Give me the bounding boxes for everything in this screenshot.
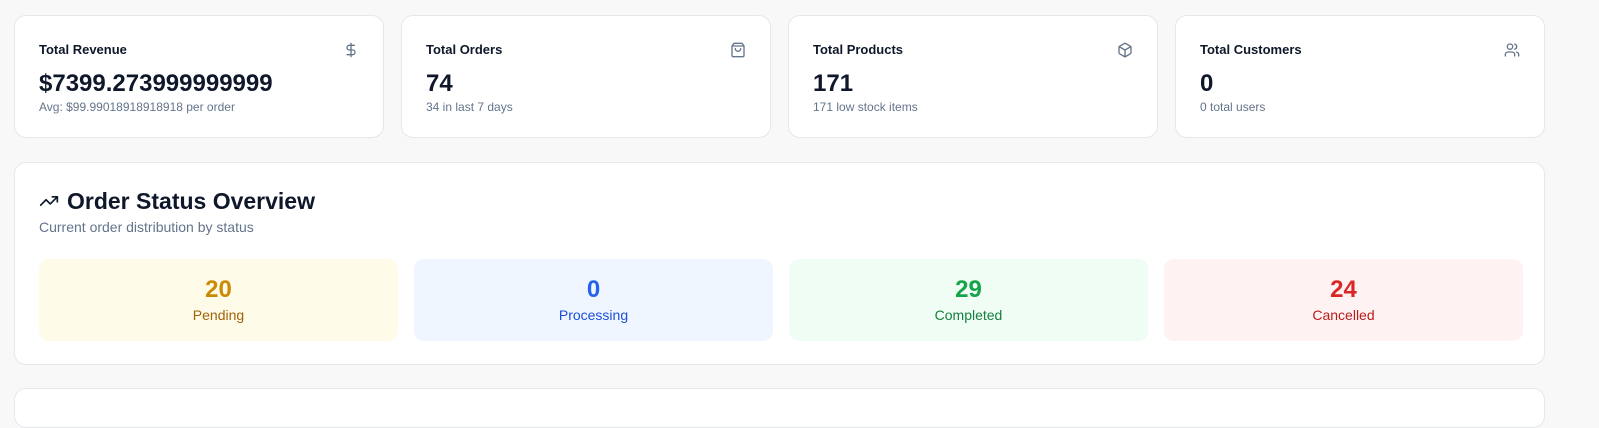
status-cancelled: 24 Cancelled — [1164, 259, 1523, 341]
stat-value: 74 — [426, 70, 453, 97]
stats-row: Total Revenue $7399.273999999999 Avg: $9… — [14, 15, 1545, 138]
stat-value: 0 — [1200, 70, 1214, 97]
stat-subtext: Avg: $99.99018918918918 per order — [39, 100, 235, 114]
status-count: 24 — [1330, 276, 1357, 303]
next-section-card — [14, 388, 1545, 428]
stat-title: Total Customers — [1200, 42, 1302, 57]
stat-title: Total Products — [813, 42, 904, 57]
stat-subtext: 0 total users — [1200, 100, 1266, 114]
stat-card-total-revenue: Total Revenue $7399.273999999999 Avg: $9… — [14, 15, 384, 138]
stat-subtext: 34 in last 7 days — [426, 100, 513, 114]
status-label: Processing — [558, 307, 629, 323]
status-count: 0 — [586, 276, 601, 303]
stat-card-total-customers: Total Customers 0 0 total users — [1175, 15, 1545, 138]
status-pending: 20 Pending — [39, 259, 398, 341]
shopping-bag-icon — [730, 42, 746, 58]
overview-header: Order Status Overview — [39, 186, 315, 216]
status-label: Pending — [192, 307, 245, 323]
package-icon — [1117, 42, 1133, 58]
dollar-icon — [343, 42, 359, 58]
stat-title: Total Revenue — [39, 42, 127, 57]
stat-card-total-orders: Total Orders 74 34 in last 7 days — [401, 15, 771, 138]
status-label: Cancelled — [1312, 307, 1375, 323]
status-label: Completed — [934, 307, 1003, 323]
order-status-overview-card: Order Status Overview Current order dist… — [14, 162, 1545, 365]
stat-value: 171 — [813, 70, 854, 97]
status-processing: 0 Processing — [414, 259, 773, 341]
overview-title: Order Status Overview — [67, 188, 315, 214]
status-completed: 29 Completed — [789, 259, 1148, 341]
stat-subtext: 171 low stock items — [813, 100, 918, 114]
status-row: 20 Pending 0 Processing 29 Completed 24 … — [39, 259, 1523, 341]
stat-title: Total Orders — [426, 42, 503, 57]
status-count: 20 — [205, 276, 232, 303]
trending-up-icon — [39, 191, 59, 211]
overview-subtitle: Current order distribution by status — [39, 219, 254, 235]
stat-value: $7399.273999999999 — [39, 70, 273, 97]
users-icon — [1504, 42, 1520, 58]
status-count: 29 — [955, 276, 982, 303]
stat-card-total-products: Total Products 171 171 low stock items — [788, 15, 1158, 138]
